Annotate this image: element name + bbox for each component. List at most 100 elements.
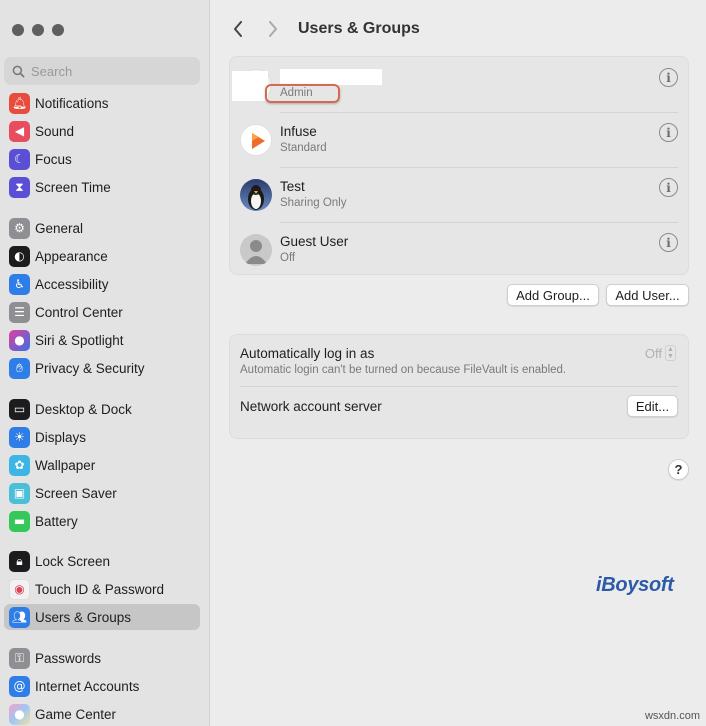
- sidebar-item-game-center[interactable]: ● Game Center: [4, 701, 200, 726]
- sidebar-item-focus[interactable]: ☾ Focus: [4, 146, 200, 172]
- sidebar-item-label: General: [35, 220, 84, 236]
- sidebar-item-label: Focus: [35, 151, 72, 167]
- sidebar-item-wallpaper[interactable]: ✿ Wallpaper: [4, 452, 200, 478]
- forward-button[interactable]: [263, 19, 283, 39]
- auto-login-popup[interactable]: Off ▲ ▼: [645, 345, 676, 361]
- sidebar-item-label: Screen Time: [35, 179, 111, 195]
- search-field[interactable]: [4, 57, 200, 85]
- sidebar-item-label: Privacy & Security: [35, 360, 145, 376]
- user-name: Infuse: [280, 124, 317, 139]
- sidebar-item-label: Lock Screen: [35, 553, 111, 569]
- add-group-button[interactable]: Add Group...: [507, 284, 599, 306]
- window-controls: [12, 24, 64, 36]
- fingerprint-icon: ◉: [9, 578, 30, 600]
- users-icon: 👥︎: [9, 606, 30, 628]
- sidebar-item-label: Passwords: [35, 650, 102, 666]
- network-server-title: Network account server: [240, 399, 382, 414]
- sidebar-item-siri-spotlight[interactable]: ● Siri & Spotlight: [4, 327, 200, 353]
- back-button[interactable]: [228, 19, 248, 39]
- user-row-test[interactable]: Test Sharing Only i: [230, 167, 688, 222]
- row-divider: [240, 386, 678, 387]
- edit-button[interactable]: Edit...: [627, 395, 678, 417]
- info-icon[interactable]: i: [659, 178, 678, 197]
- sidebar-item-screen-saver[interactable]: ▣ Screen Saver: [4, 480, 200, 506]
- sidebar-item-label: Control Center: [35, 304, 123, 320]
- main-content: Users & Groups Admin i Infuse Standard i: [210, 0, 706, 726]
- infuse-avatar: [240, 124, 272, 156]
- penguin-avatar: [240, 179, 272, 211]
- info-icon[interactable]: i: [659, 233, 678, 252]
- sidebar-item-accessibility[interactable]: ♿︎ Accessibility: [4, 271, 200, 297]
- row-divider: [280, 167, 678, 168]
- sidebar-item-notifications[interactable]: 🔔︎ Notifications: [4, 90, 200, 116]
- user-role: Off: [280, 252, 296, 264]
- sidebar-item-label: Appearance: [35, 248, 108, 264]
- sidebar-item-label: Siri & Spotlight: [35, 332, 124, 348]
- add-user-button[interactable]: Add User...: [606, 284, 689, 306]
- at-icon: @: [9, 675, 30, 697]
- sidebar-item-users-groups[interactable]: 👥︎ Users & Groups: [4, 604, 200, 630]
- sidebar-item-label: Battery: [35, 513, 78, 529]
- chevron-left-icon: [234, 21, 242, 37]
- game-center-icon: ●: [9, 703, 30, 725]
- sidebar-item-sound[interactable]: ◀︎ Sound: [4, 118, 200, 144]
- sidebar-item-control-center[interactable]: ☰ Control Center: [4, 299, 200, 325]
- sidebar-item-general[interactable]: ⚙ General: [4, 215, 200, 241]
- sidebar-item-label: Game Center: [35, 706, 117, 722]
- auto-login-title: Automatically log in as: [240, 346, 375, 361]
- sidebar-item-passwords[interactable]: ⚿ Passwords: [4, 645, 200, 671]
- person-icon: [245, 240, 267, 264]
- user-row-admin[interactable]: Admin i: [230, 57, 688, 112]
- appearance-icon: ◐: [9, 245, 30, 267]
- user-name: Guest User: [280, 234, 349, 249]
- sidebar-item-battery[interactable]: ▬ Battery: [4, 508, 200, 534]
- sidebar-item-screen-time[interactable]: ⧗ Screen Time: [4, 174, 200, 200]
- zoom-window-button[interactable]: [52, 24, 64, 36]
- sidebar: 🔔︎ Notifications ◀︎ Sound ☾ Focus ⧗ Scre…: [0, 0, 210, 726]
- info-icon[interactable]: i: [659, 68, 678, 87]
- search-input[interactable]: [31, 63, 191, 79]
- user-role: Standard: [280, 142, 327, 154]
- bell-icon: 🔔︎: [9, 92, 30, 114]
- sidebar-item-label: Accessibility: [35, 276, 109, 292]
- play-icon: [252, 133, 265, 149]
- search-icon: [12, 65, 25, 77]
- sidebar-item-label: Screen Saver: [35, 485, 117, 501]
- user-row-infuse[interactable]: Infuse Standard i: [230, 112, 688, 167]
- sidebar-item-touch-id-password[interactable]: ◉ Touch ID & Password: [4, 576, 200, 602]
- sidebar-item-lock-screen[interactable]: 🔒︎ Lock Screen: [4, 548, 200, 574]
- sidebar-item-desktop-dock[interactable]: ▭ Desktop & Dock: [4, 396, 200, 422]
- login-settings-panel: Automatically log in as Automatic login …: [229, 334, 689, 439]
- minimize-window-button[interactable]: [32, 24, 44, 36]
- sidebar-item-label: Notifications: [35, 95, 109, 111]
- close-window-button[interactable]: [12, 24, 24, 36]
- sidebar-item-label: Internet Accounts: [35, 678, 140, 694]
- dock-icon: ▭: [9, 398, 30, 420]
- user-name: Test: [280, 179, 305, 194]
- redacted-user-name: [280, 69, 382, 85]
- sun-icon: ☀: [9, 426, 30, 448]
- battery-icon: ▬: [9, 510, 30, 532]
- gear-icon: ⚙: [9, 217, 30, 239]
- brand-watermark: iBoysoft: [596, 574, 674, 596]
- page-title: Users & Groups: [298, 20, 420, 37]
- chevron-right-icon: [269, 21, 277, 37]
- user-row-guest[interactable]: Guest User Off i: [230, 222, 688, 277]
- sidebar-item-displays[interactable]: ☀ Displays: [4, 424, 200, 450]
- row-divider: [280, 112, 678, 113]
- speaker-icon: ◀︎: [9, 120, 30, 142]
- sidebar-item-internet-accounts[interactable]: @ Internet Accounts: [4, 673, 200, 699]
- user-role: Sharing Only: [280, 197, 347, 209]
- guest-avatar: [240, 234, 272, 266]
- sidebar-item-label: Desktop & Dock: [35, 401, 132, 417]
- users-list: Admin i Infuse Standard i Test Sharing O…: [229, 56, 689, 275]
- screensaver-icon: ▣: [9, 482, 30, 504]
- sidebar-item-label: Wallpaper: [35, 457, 96, 473]
- highlight-annotation: [265, 84, 340, 103]
- penguin-icon: [248, 185, 264, 210]
- help-button[interactable]: ?: [668, 459, 689, 480]
- info-icon[interactable]: i: [659, 123, 678, 142]
- auto-login-subtitle: Automatic login can't be turned on becau…: [240, 364, 567, 376]
- sidebar-item-appearance[interactable]: ◐ Appearance: [4, 243, 200, 269]
- sidebar-item-privacy-security[interactable]: ✋︎ Privacy & Security: [4, 355, 200, 381]
